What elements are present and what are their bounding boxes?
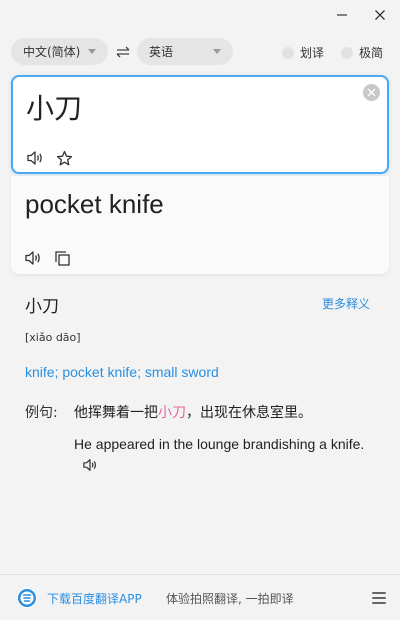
menu-icon bbox=[372, 602, 386, 604]
menu-button[interactable] bbox=[371, 590, 387, 606]
swap-arrows-icon bbox=[116, 46, 130, 58]
example-english-text: He appeared in the lounge brandishing a … bbox=[74, 436, 365, 452]
example-speak-button[interactable] bbox=[82, 458, 98, 472]
speaker-icon bbox=[27, 151, 42, 165]
speaker-icon bbox=[83, 459, 96, 472]
chevron-down-icon bbox=[88, 49, 96, 54]
menu-icon bbox=[372, 597, 386, 599]
meaning-link[interactable]: pocket knife bbox=[62, 364, 137, 380]
meaning-link[interactable]: knife bbox=[25, 364, 55, 380]
language-bar: 中文(简体) 英语 划译 极简 bbox=[11, 38, 389, 66]
close-button[interactable] bbox=[362, 0, 398, 30]
copy-button[interactable] bbox=[52, 248, 72, 268]
close-icon bbox=[375, 10, 385, 20]
minimize-button[interactable] bbox=[324, 0, 360, 30]
example-english: He appeared in the lounge brandishing a … bbox=[74, 434, 374, 474]
meanings-list: knife; pocket knife; small sword bbox=[25, 364, 219, 380]
baidu-translate-logo-icon bbox=[17, 588, 37, 608]
example-cn-highlight: 小刀 bbox=[158, 405, 186, 421]
example-cn-before: 他挥舞着一把 bbox=[74, 405, 158, 421]
more-definitions-link[interactable]: 更多释义 bbox=[322, 295, 370, 312]
toggle-knob bbox=[341, 46, 353, 59]
favorite-button[interactable] bbox=[54, 148, 74, 168]
translation-speak-button[interactable] bbox=[23, 248, 43, 268]
toggle-jijian[interactable]: 极简 bbox=[341, 44, 383, 61]
chevron-down-icon bbox=[213, 49, 221, 54]
example-chinese: 他挥舞着一把小刀，出现在休息室里。 bbox=[74, 402, 312, 422]
source-language-label: 中文(简体) bbox=[23, 45, 81, 59]
translation-text: pocket knife bbox=[25, 189, 164, 219]
meaning-separator: ; bbox=[137, 364, 145, 380]
menu-icon bbox=[372, 592, 386, 594]
clear-icon bbox=[367, 88, 376, 97]
copy-icon bbox=[54, 250, 70, 266]
footer-slogan: 体验拍照翻译, 一拍即译 bbox=[166, 592, 294, 606]
source-language-select[interactable]: 中文(简体) bbox=[11, 38, 108, 65]
star-icon bbox=[56, 150, 72, 165]
pinyin: [xiǎo dāo] bbox=[25, 331, 81, 344]
swap-languages-button[interactable] bbox=[114, 43, 132, 61]
toggle-huayi-label: 划译 bbox=[300, 46, 325, 60]
target-language-select[interactable]: 英语 bbox=[137, 38, 233, 65]
meaning-link[interactable]: small sword bbox=[145, 364, 219, 380]
download-app-link[interactable]: 下载百度翻译APP bbox=[47, 590, 142, 607]
target-language-label: 英语 bbox=[149, 45, 174, 59]
title-bar bbox=[0, 0, 400, 30]
toggle-knob bbox=[282, 46, 294, 59]
minimize-icon bbox=[337, 14, 347, 16]
dictionary-word: 小刀 bbox=[25, 297, 59, 317]
translation-result-box: pocket knife bbox=[11, 176, 389, 274]
footer-bar: 下载百度翻译APP 体验拍照翻译, 一拍即译 bbox=[0, 574, 400, 620]
source-speak-button[interactable] bbox=[25, 148, 45, 168]
toggle-jijian-label: 极简 bbox=[359, 46, 384, 60]
example-label: 例句: bbox=[25, 405, 58, 421]
toggle-huayi[interactable]: 划译 bbox=[282, 44, 324, 61]
source-text-box[interactable]: 小刀 bbox=[11, 75, 389, 174]
example-cn-after: ，出现在休息室里。 bbox=[186, 405, 312, 421]
clear-button[interactable] bbox=[363, 84, 380, 101]
source-text[interactable]: 小刀 bbox=[26, 87, 82, 127]
speaker-icon bbox=[25, 251, 40, 265]
logo-graphic bbox=[18, 589, 36, 607]
